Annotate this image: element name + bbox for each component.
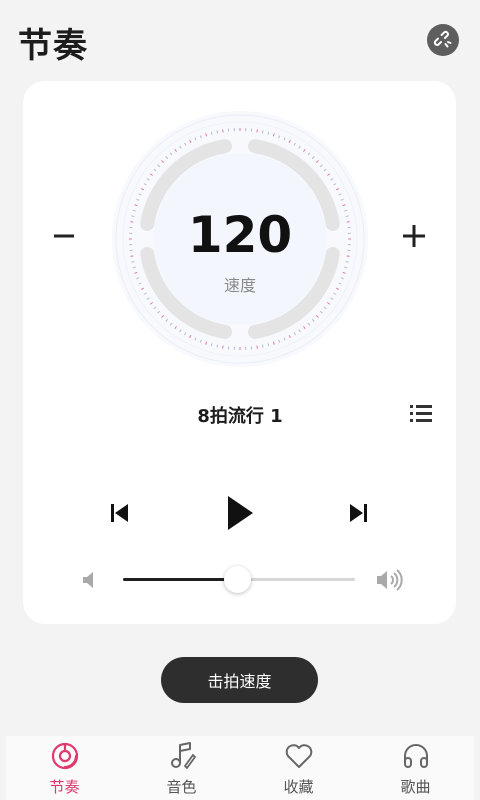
tempo-label: 速度 bbox=[223, 276, 256, 295]
volume-low-icon bbox=[80, 569, 100, 591]
page-title: 节奏 bbox=[18, 26, 88, 66]
volume-slider-fill bbox=[123, 578, 237, 581]
play-icon bbox=[228, 496, 253, 530]
dial-tick bbox=[216, 130, 219, 134]
tap-tempo-button[interactable]: 击拍速度 bbox=[161, 657, 318, 703]
list-icon bbox=[410, 405, 432, 422]
tempo-value: 120 bbox=[187, 206, 293, 264]
headphones-icon bbox=[403, 744, 428, 768]
tab-label: 歌曲 bbox=[400, 778, 431, 796]
music-note-icon bbox=[170, 742, 196, 770]
tab-label: 节奏 bbox=[49, 778, 80, 796]
volume-slider-thumb[interactable] bbox=[223, 566, 251, 593]
tab-favorites[interactable]: 收藏 bbox=[240, 736, 357, 800]
tab-rhythm[interactable]: 节奏 bbox=[6, 736, 123, 800]
tab-songs[interactable]: 歌曲 bbox=[357, 736, 474, 800]
volume-slider[interactable] bbox=[123, 566, 355, 593]
skip-next-icon bbox=[350, 504, 367, 522]
skip-previous-icon bbox=[111, 504, 128, 522]
pattern-list-button[interactable] bbox=[408, 402, 434, 424]
volume-high-icon bbox=[374, 567, 404, 593]
next-button[interactable] bbox=[344, 498, 374, 528]
decrease-tempo-button[interactable] bbox=[44, 216, 84, 256]
metronome-icon bbox=[51, 742, 78, 770]
header: 节奏 bbox=[0, 0, 480, 80]
tab-label: 音色 bbox=[166, 778, 197, 796]
heart-icon bbox=[285, 744, 312, 768]
minus-icon bbox=[54, 234, 74, 238]
plus-icon bbox=[403, 225, 425, 247]
tab-label: 收藏 bbox=[283, 778, 314, 796]
increase-tempo-button[interactable] bbox=[394, 216, 434, 256]
dial-tick bbox=[261, 344, 264, 348]
rhythm-pattern-name[interactable]: 8拍流行 1 bbox=[140, 402, 340, 428]
unlink-button[interactable] bbox=[427, 24, 459, 56]
dial-tick bbox=[216, 344, 219, 348]
unlink-icon bbox=[433, 30, 452, 48]
play-button[interactable] bbox=[220, 492, 260, 534]
previous-button[interactable] bbox=[104, 498, 134, 528]
dial-tick bbox=[261, 130, 264, 134]
bottom-tab-bar: 节奏 音色 收藏 歌曲 bbox=[6, 736, 474, 800]
tempo-dial[interactable]: 120 速度 bbox=[109, 108, 371, 370]
tab-sound[interactable]: 音色 bbox=[123, 736, 240, 800]
